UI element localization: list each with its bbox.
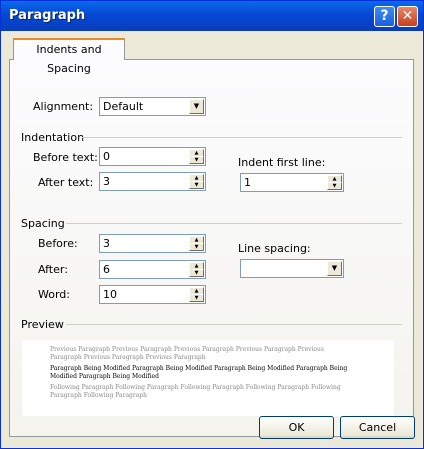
chevron-down-icon[interactable]: ▼ [327,261,342,276]
spacing-divider [66,223,402,224]
word-spacing-label: Word: [38,288,70,301]
alignment-value: Default [103,100,144,113]
preview-divider [66,324,402,325]
close-button[interactable]: ✕ [397,6,418,27]
paragraph-dialog: Paragraph ? ✕ Indents and Spacing Alignm… [0,0,424,449]
after-text-spinner[interactable]: 3 ▲ ▼ [99,172,206,191]
after-text-label: After text: [38,176,94,189]
alignment-select[interactable]: Default ▼ [99,97,206,116]
cancel-button[interactable]: Cancel [340,416,415,439]
line-spacing-label: Line spacing: [238,242,311,255]
spacing-heading: Spacing [21,217,65,230]
spacing-before-spinner[interactable]: 3 ▲ ▼ [99,234,206,253]
spacing-before-value: 3 [103,237,110,250]
preview-heading: Preview [21,318,64,331]
spin-down-icon[interactable]: ▼ [189,294,204,302]
indent-first-line-value: 1 [244,176,251,189]
indent-first-line-spinner[interactable]: 1 ▲ ▼ [240,173,344,192]
chevron-down-icon[interactable]: ▼ [189,99,204,114]
spin-down-icon[interactable]: ▼ [189,243,204,251]
help-icon: ? [380,8,389,24]
spin-down-icon[interactable]: ▼ [189,269,204,277]
before-text-value: 0 [103,150,110,163]
spin-down-icon[interactable]: ▼ [189,181,204,189]
alignment-label: Alignment: [33,100,94,113]
before-text-label: Before text: [33,151,98,164]
spacing-after-value: 6 [103,263,110,276]
indentation-heading: Indentation [21,131,85,144]
word-spacing-value: 10 [103,288,117,301]
close-icon: ✕ [401,8,414,24]
preview-following-paragraph: Following Paragraph Following Paragraph … [50,384,341,399]
spacing-after-label: After: [38,263,68,276]
before-text-spinner[interactable]: 0 ▲ ▼ [99,147,206,166]
line-spacing-select[interactable]: ▼ [240,259,344,278]
spin-down-icon[interactable]: ▼ [327,182,342,190]
spin-down-icon[interactable]: ▼ [189,156,204,164]
spacing-after-spinner[interactable]: 6 ▲ ▼ [99,260,206,279]
help-button[interactable]: ? [374,6,395,27]
title-bar[interactable]: Paragraph ? ✕ [1,1,423,31]
indent-first-line-label: Indent first line: [238,156,326,169]
spacing-before-label: Before: [38,237,78,250]
preview-previous-paragraph: Previous Paragraph Previous Paragraph Pr… [50,346,324,361]
preview-pane: Previous Paragraph Previous Paragraph Pr… [22,340,394,416]
ok-button[interactable]: OK [259,416,334,439]
dialog-title: Paragraph [9,8,86,23]
tab-indents-and-spacing[interactable]: Indents and Spacing [13,38,125,75]
after-text-value: 3 [103,175,110,188]
tab-page: Alignment: Default ▼ Indentation Before … [9,59,414,437]
word-spacing-spinner[interactable]: 10 ▲ ▼ [99,285,206,304]
preview-current-paragraph: Paragraph Being Modified Paragraph Being… [50,365,348,380]
dialog-body: Indents and Spacing Alignment: Default ▼… [4,32,420,446]
indentation-divider [82,137,402,138]
